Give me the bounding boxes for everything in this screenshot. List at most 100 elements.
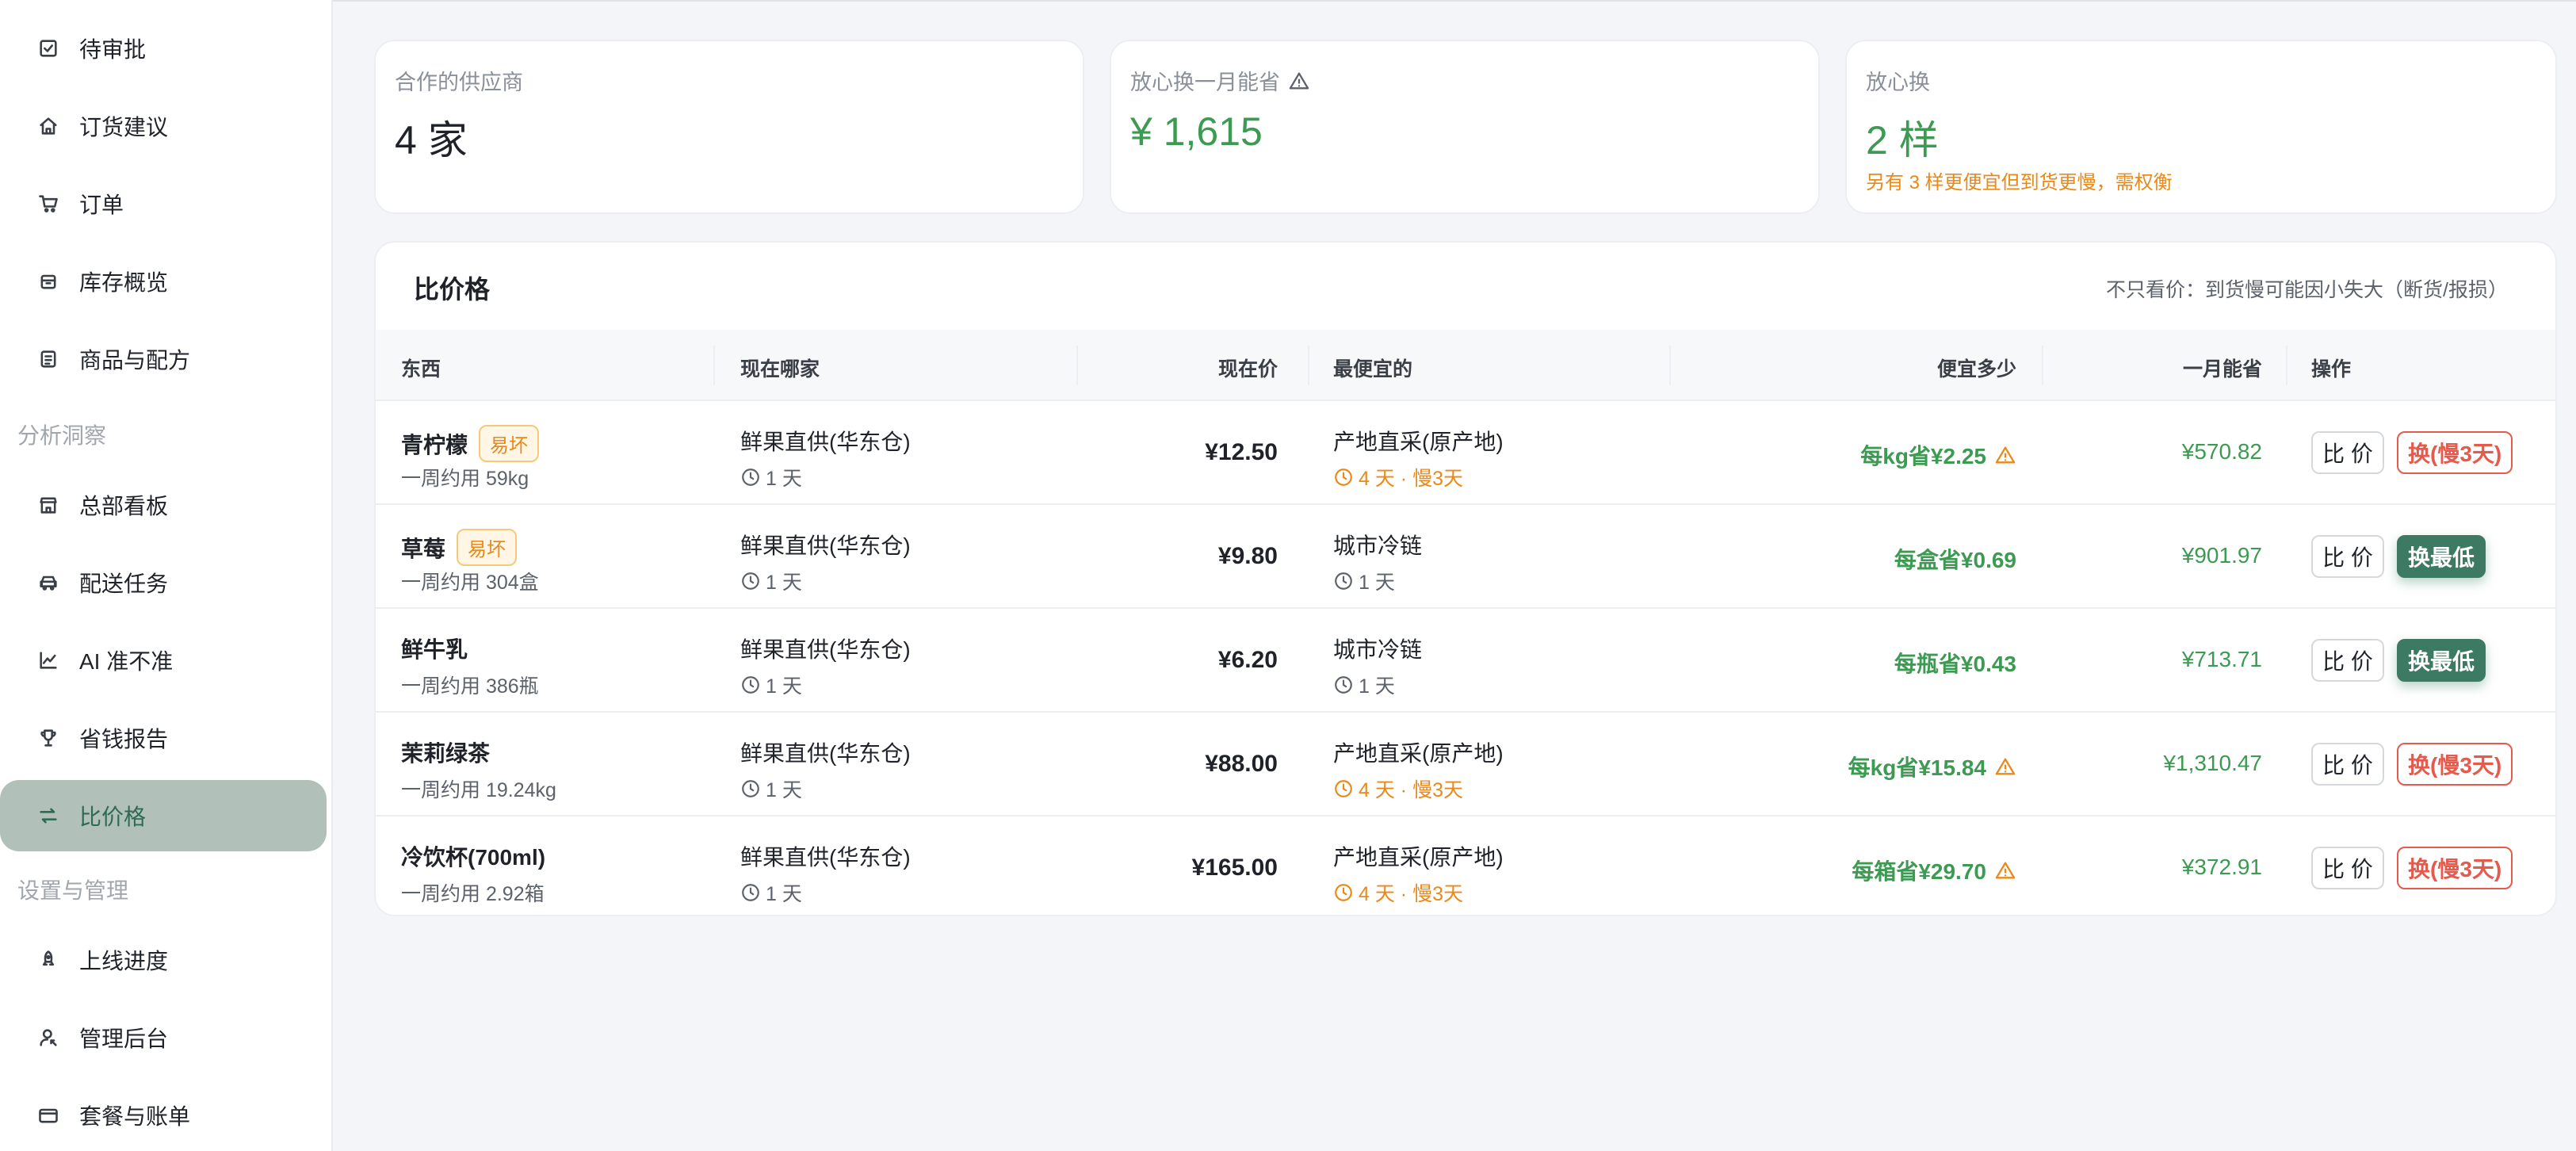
table-row: 茉莉绿茶 一周约用 19.24kg 鲜果直供(华东仓) 1 天 ¥88.00 产地直采(原… [376,713,2555,816]
table-row: 青柠檬 易坏 一周约用 59kg 鲜果直供(华东仓) 1 天 ¥12.50 产地直采(原产地… [376,401,2555,505]
admin-icon [36,1026,60,1050]
header-action: 操作 [2311,358,2352,380]
card-label: 放心换一月能省 [1130,71,1280,94]
sidebar-item-label: 上线进度 [79,949,169,973]
warning-icon[interactable] [1994,755,2016,778]
header-divider [2042,346,2043,385]
safe-switch-card: 放心换 2 样 另有 3 样更便宜但到货更慢，需权衡 [1845,40,2557,214]
current-price: ¥88.00 [1205,751,1278,777]
cheapest-lead-time: 4 天 · 慢3天 [1333,463,1463,491]
sidebar-item-order-suggestion[interactable]: 订货建议 [0,90,327,162]
item-name-cell: 草莓 易坏 [401,529,518,566]
sidebar-item-price-compare[interactable]: 比价格 [0,780,327,851]
warning-icon[interactable] [1994,444,2016,466]
switch-button[interactable]: 换(慢3天) [2397,847,2513,889]
compare-button[interactable]: 比 价 [2311,639,2384,682]
panel-title: 比价格 [414,275,491,304]
compare-button[interactable]: 比 价 [2311,743,2384,786]
current-price: ¥12.50 [1205,439,1278,465]
switch-button[interactable]: 换(慢3天) [2397,743,2513,786]
store-icon [36,493,60,517]
lead-time-text: 4 天 · 慢3天 [1359,883,1463,905]
sidebar-item-label: 商品与配方 [79,348,191,373]
saving-cell: 每kg省¥15.84 [1848,751,2016,782]
sidebar-item-delivery-tasks[interactable]: 配送任务 [0,547,327,618]
sidebar-item-pending-approval[interactable]: 待审批 [0,13,327,84]
card-icon [36,1103,60,1127]
item-usage: 一周约用 386瓶 [401,675,539,698]
swap-icon [36,804,60,828]
card-value: 4 家 [395,118,468,163]
trophy-icon [36,726,60,750]
lead-time-text: 1 天 [1359,675,1395,698]
sidebar-item-hq-dashboard[interactable]: 总部看板 [0,469,327,541]
sidebar-item-label: 库存概览 [79,270,169,295]
monthly-saving: ¥901.97 [2181,543,2262,568]
cart-icon [36,192,60,216]
suppliers-card: 合作的供应商 4 家 [374,40,1084,214]
clock-icon [1335,780,1352,797]
current-supplier: 鲜果直供(华东仓) [740,533,911,558]
sidebar-item-label: 比价格 [79,805,147,829]
switch-button[interactable]: 换(慢3天) [2397,431,2513,474]
current-lead-time: 1 天 [740,463,802,491]
compare-button[interactable]: 比 价 [2311,847,2384,889]
saving-amount: 每瓶省¥0.43 [1894,652,2016,676]
cheapest-supplier: 城市冷链 [1333,637,1423,662]
price-compare-panel: 比价格 不只看价：到货慢可能因小失大（断货/报损） 东西 现在哪家 现在价 最便… [374,241,2557,916]
header-divider [713,346,715,385]
cheapest-lead-time: 4 天 · 慢3天 [1333,774,1463,803]
sidebar-item-billing[interactable]: 套餐与账单 [0,1080,327,1151]
item-usage: 一周约用 19.24kg [401,779,556,801]
sidebar: 待审批 订货建议 订单 库存概览 商品与配方 分析洞察 总部看板 配送任务 AI… [0,0,333,1151]
sidebar-item-orders[interactable]: 订单 [0,168,327,239]
compare-button[interactable]: 比 价 [2311,535,2384,578]
clock-icon [742,676,759,694]
sidebar-item-admin[interactable]: 管理后台 [0,1002,327,1073]
car-icon [36,571,60,595]
lead-time-text: 1 天 [766,572,802,594]
header-cheapest: 最便宜的 [1333,358,1413,380]
perishable-badge: 易坏 [457,529,518,566]
panel-hint: 不只看价：到货慢可能因小失大（断货/报损） [2106,279,2508,301]
sidebar-item-savings-report[interactable]: 省钱报告 [0,702,327,774]
sidebar-item-inventory[interactable]: 库存概览 [0,246,327,317]
item-name: 草莓 [401,536,446,561]
cheapest-lead-time: 1 天 [1333,671,1395,699]
compare-button[interactable]: 比 价 [2311,431,2384,474]
lead-time-text: 4 天 · 慢3天 [1359,779,1463,801]
item-name: 鲜牛乳 [401,637,468,662]
clock-icon [742,468,759,486]
clock-icon [1335,572,1352,590]
clock-icon [1335,676,1352,694]
header-item: 东西 [401,358,441,380]
lead-time-text: 1 天 [766,883,802,905]
lead-time-text: 1 天 [766,468,802,490]
cheapest-supplier: 城市冷链 [1333,533,1423,558]
table-header: 东西 现在哪家 现在价 最便宜的 便宜多少 一月能省 操作 [376,330,2555,401]
saving-amount: 每盒省¥0.69 [1894,548,2016,572]
warning-icon[interactable] [1288,70,1310,92]
header-current-price: 现在价 [1217,358,1278,380]
cheapest-supplier: 产地直采(原产地) [1333,741,1504,766]
header-divider [1308,346,1309,385]
switch-button[interactable]: 换最低 [2397,639,2486,682]
item-name: 茉莉绿茶 [401,741,491,766]
sidebar-item-label: 总部看板 [79,494,169,518]
warning-icon[interactable] [1994,859,2016,881]
table-row: 鲜牛乳 一周约用 386瓶 鲜果直供(华东仓) 1 天 ¥6.20 城市冷链 1 天 每瓶省¥… [376,609,2555,713]
cheapest-lead-time: 4 天 · 慢3天 [1333,878,1463,907]
item-name-cell: 鲜牛乳 [401,633,468,664]
switch-button[interactable]: 换最低 [2397,535,2486,578]
header-saving: 便宜多少 [1936,358,2016,380]
top-divider [333,0,2576,2]
sidebar-item-ai-accuracy[interactable]: AI 准不准 [0,625,327,696]
saving-cell: 每kg省¥2.25 [1860,439,2016,471]
sidebar-item-launch-progress[interactable]: 上线进度 [0,924,327,996]
sidebar-item-products[interactable]: 商品与配方 [0,323,327,395]
item-usage: 一周约用 59kg [401,468,529,490]
clock-icon [742,780,759,797]
lead-time-text: 4 天 · 慢3天 [1359,468,1463,490]
item-usage: 一周约用 304盒 [401,572,539,594]
cheapest-supplier: 产地直采(原产地) [1333,845,1504,870]
